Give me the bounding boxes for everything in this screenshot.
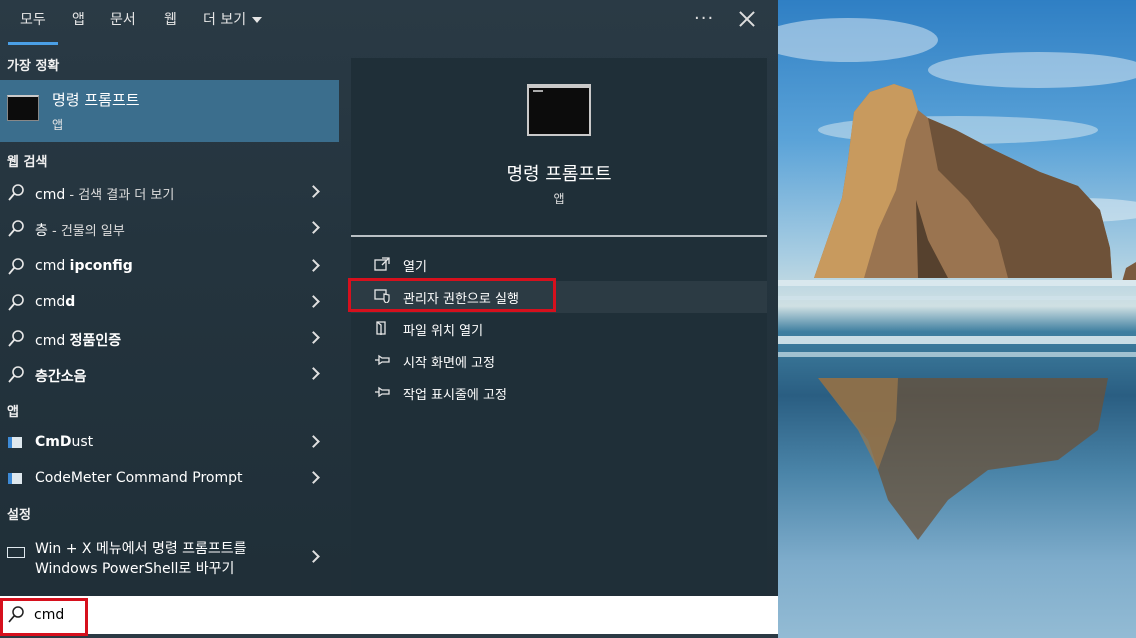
detail-divider [351, 235, 767, 237]
action-open[interactable]: 열기 [351, 249, 767, 281]
chevron-right-icon[interactable] [307, 331, 320, 344]
best-match-name: 명령 프롬프트 [52, 91, 140, 109]
apps-heading: 앱 [7, 405, 19, 420]
web-result-item[interactable]: cmdd [0, 286, 339, 320]
action-run-as-admin[interactable]: 관리자 권한으로 실행 [351, 281, 767, 313]
file-location-icon [376, 321, 386, 335]
settings-heading: 설정 [7, 508, 31, 523]
action-open-file-location[interactable]: 파일 위치 열기 [351, 313, 767, 345]
search-box[interactable] [0, 596, 778, 634]
pin-icon [375, 354, 390, 366]
app-icon [8, 437, 22, 448]
filter-tabs: 모두 앱 문서 웹 더 보기 ··· [0, 0, 778, 46]
action-pin-to-start[interactable]: 시작 화면에 고정 [351, 345, 767, 377]
desktop-wallpaper [778, 0, 1136, 638]
app-result-item[interactable]: CmDust [0, 426, 339, 460]
start-search-panel: 모두 앱 문서 웹 더 보기 ··· 가장 정확 명령 프롬프트 앱 웹 검색 … [0, 0, 778, 638]
tab-web[interactable]: 웹 [164, 10, 177, 30]
web-result-item[interactable]: cmd 정품인증 [0, 322, 339, 356]
close-icon[interactable] [738, 10, 756, 28]
web-result-item[interactable]: 층 - 건물의 일부 [0, 212, 339, 246]
search-icon [8, 606, 24, 623]
detail-title: 명령 프롬프트 [506, 164, 612, 185]
pin-icon [375, 386, 390, 398]
web-result-label: 층 - 건물의 일부 [35, 223, 125, 239]
search-input[interactable] [34, 604, 734, 626]
detail-type: 앱 [553, 192, 565, 206]
web-result-label: cmd ipconfig [35, 258, 133, 274]
chevron-right-icon[interactable] [307, 259, 320, 272]
app-result-label: CodeMeter Command Prompt [35, 470, 243, 486]
action-label: 시작 화면에 고정 [403, 356, 495, 371]
web-result-label: cmd - 검색 결과 더 보기 [35, 187, 175, 203]
web-search-heading: 웹 검색 [7, 155, 48, 170]
open-icon [374, 257, 390, 271]
more-options-button[interactable]: ··· [694, 8, 714, 29]
chevron-right-icon[interactable] [307, 221, 320, 234]
settings-result-line2: Windows PowerShell로 바꾸기 [35, 561, 235, 577]
search-box-border [0, 634, 778, 638]
action-label: 작업 표시줄에 고정 [403, 388, 507, 403]
command-prompt-icon [527, 84, 591, 136]
best-match-heading: 가장 정확 [7, 59, 60, 74]
search-icon [8, 294, 24, 311]
tab-documents[interactable]: 문서 [110, 10, 136, 30]
search-icon [8, 184, 24, 201]
tab-more[interactable]: 더 보기 [203, 10, 263, 30]
web-result-item[interactable]: cmd ipconfig [0, 250, 339, 284]
web-result-item[interactable]: 층간소음 [0, 358, 339, 392]
app-result-item[interactable]: CodeMeter Command Prompt [0, 462, 339, 496]
caret-down-icon [252, 17, 263, 23]
settings-result-line1: Win + X 메뉴에서 명령 프롬프트를 [35, 541, 247, 557]
results-list: 가장 정확 명령 프롬프트 앱 웹 검색 cmd - 검색 결과 더 보기 층 … [0, 46, 339, 594]
web-result-item[interactable]: cmd - 검색 결과 더 보기 [0, 176, 339, 210]
web-result-label: 층간소음 [35, 369, 87, 385]
search-icon [8, 366, 24, 383]
tab-all[interactable]: 모두 [20, 10, 46, 30]
action-pin-to-taskbar[interactable]: 작업 표시줄에 고정 [351, 377, 767, 409]
chevron-right-icon[interactable] [307, 367, 320, 380]
chevron-right-icon[interactable] [307, 295, 320, 308]
command-prompt-icon [7, 95, 39, 121]
web-result-label: cmdd [35, 294, 76, 310]
search-icon [8, 220, 24, 237]
action-label: 관리자 권한으로 실행 [403, 292, 519, 307]
search-icon [8, 330, 24, 347]
action-label: 파일 위치 열기 [403, 324, 484, 339]
tab-apps[interactable]: 앱 [72, 10, 85, 30]
best-match-type: 앱 [52, 118, 64, 132]
tab-more-label: 더 보기 [203, 12, 247, 28]
chevron-right-icon[interactable] [307, 471, 320, 484]
chevron-right-icon[interactable] [307, 435, 320, 448]
monitor-icon [7, 547, 25, 558]
chevron-right-icon[interactable] [307, 185, 320, 198]
app-result-label: CmDust [35, 434, 94, 450]
search-icon [8, 258, 24, 275]
shield-icon [374, 289, 390, 303]
action-label: 열기 [403, 260, 427, 275]
active-tab-indicator [8, 42, 58, 45]
detail-pane: 명령 프롬프트 앱 열기 관리자 권한으로 실행 파일 위치 열기 시작 화면에… [351, 58, 767, 594]
wallpaper-image [778, 18, 1136, 540]
app-icon [8, 473, 22, 484]
settings-result-item[interactable]: Win + X 메뉴에서 명령 프롬프트를 Windows PowerShell… [0, 531, 339, 581]
best-match-item[interactable]: 명령 프롬프트 앱 [0, 80, 339, 142]
chevron-right-icon[interactable] [307, 550, 320, 563]
web-result-label: cmd 정품인증 [35, 333, 122, 349]
